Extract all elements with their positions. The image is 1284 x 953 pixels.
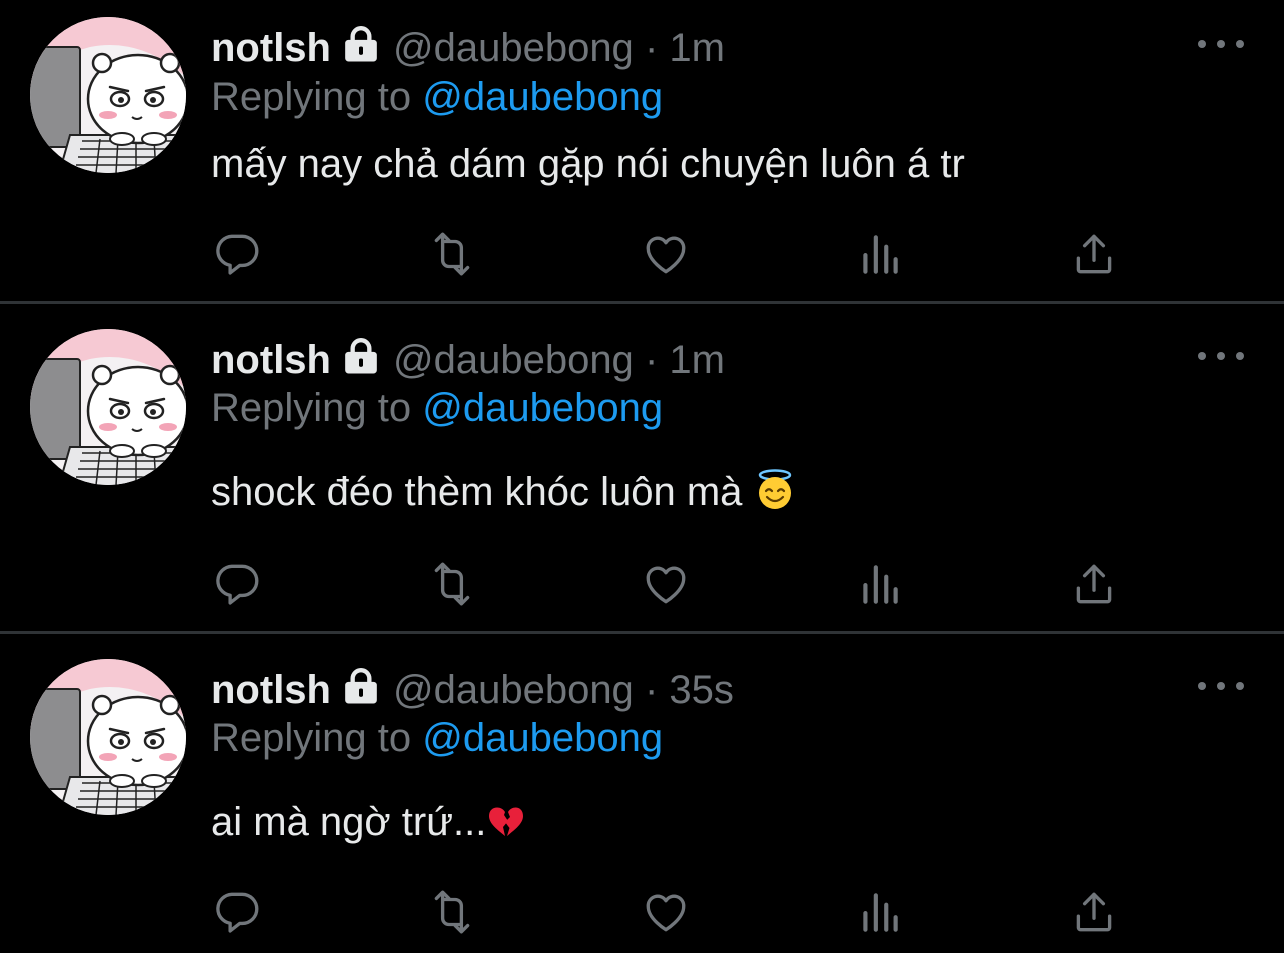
separator-dot: · [644, 668, 659, 712]
tweet-text-content: shock đéo thèm khóc luôn mà [211, 470, 754, 514]
tweet-text: mấy nay chả dám gặp nói chuyện luôn á tr [211, 140, 965, 188]
separator-dot: · [644, 26, 659, 70]
retweet-icon[interactable] [426, 558, 478, 610]
heart-icon[interactable] [640, 886, 692, 938]
tweet-header: notlsh @daubebong · 1m [211, 336, 725, 387]
broken-heart-icon [486, 801, 526, 852]
avatar[interactable] [30, 17, 186, 173]
replying-to-line: Replying to @daubebong [211, 73, 663, 121]
avatar[interactable] [30, 659, 186, 815]
tweet-text: ai mà ngờ trứ... [211, 798, 526, 852]
tweet[interactable]: notlsh @daubebong · 1m Replying to @daube… [0, 0, 1284, 302]
replying-to-mention[interactable]: @daubebong [422, 716, 663, 760]
tweet-header: notlsh @daubebong · 1m [211, 24, 725, 75]
comment-bubble-icon[interactable] [211, 558, 263, 610]
comment-bubble-icon[interactable] [211, 228, 263, 280]
separator-dot: · [644, 338, 659, 382]
tweet-text-content: ai mà ngờ trứ... [211, 800, 487, 844]
smiling-face-with-halo-icon [754, 469, 796, 522]
tweet[interactable]: notlsh @daubebong · 35s Replying to @daub… [0, 634, 1284, 953]
replying-to-line: Replying to @daubebong [211, 714, 663, 762]
user-handle[interactable]: @daubebong [393, 26, 634, 70]
display-name[interactable]: notlsh [211, 668, 331, 712]
replying-to-label: Replying to [211, 386, 412, 430]
share-upload-icon[interactable] [1068, 886, 1120, 938]
replying-to-mention[interactable]: @daubebong [422, 386, 663, 430]
heart-icon[interactable] [640, 558, 692, 610]
user-handle[interactable]: @daubebong [393, 338, 634, 382]
timestamp[interactable]: 1m [669, 26, 725, 70]
replying-to-label: Replying to [211, 716, 412, 760]
heart-icon[interactable] [640, 228, 692, 280]
analytics-bars-icon[interactable] [854, 228, 906, 280]
display-name[interactable]: notlsh [211, 338, 331, 382]
share-upload-icon[interactable] [1068, 558, 1120, 610]
avatar-image [30, 329, 186, 485]
tweet-text: shock đéo thèm khóc luôn mà [211, 468, 796, 522]
analytics-bars-icon[interactable] [854, 886, 906, 938]
lock-icon [341, 336, 381, 387]
more-dots-icon[interactable] [1198, 346, 1244, 366]
replying-to-label: Replying to [211, 75, 412, 119]
comment-bubble-icon[interactable] [211, 886, 263, 938]
timestamp[interactable]: 35s [669, 668, 734, 712]
replying-to-mention[interactable]: @daubebong [422, 75, 663, 119]
user-handle[interactable]: @daubebong [393, 668, 634, 712]
tweet[interactable]: notlsh @daubebong · 1m Replying to @daube… [0, 304, 1284, 632]
analytics-bars-icon[interactable] [854, 558, 906, 610]
lock-icon [341, 24, 381, 75]
timestamp[interactable]: 1m [669, 338, 725, 382]
share-upload-icon[interactable] [1068, 228, 1120, 280]
avatar-image [30, 17, 186, 173]
tweet-header: notlsh @daubebong · 35s [211, 666, 734, 717]
replying-to-line: Replying to @daubebong [211, 384, 663, 432]
retweet-icon[interactable] [426, 228, 478, 280]
more-dots-icon[interactable] [1198, 34, 1244, 54]
lock-icon [341, 666, 381, 717]
avatar-image [30, 659, 186, 815]
display-name[interactable]: notlsh [211, 26, 331, 70]
retweet-icon[interactable] [426, 886, 478, 938]
avatar[interactable] [30, 329, 186, 485]
more-dots-icon[interactable] [1198, 676, 1244, 696]
tweet-text-content: mấy nay chả dám gặp nói chuyện luôn á tr [211, 142, 965, 186]
